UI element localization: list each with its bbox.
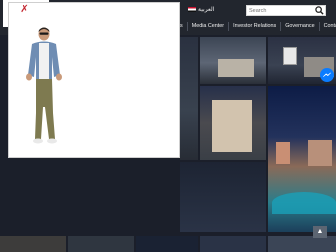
language-label: العربية [198, 7, 215, 13]
gallery-tile[interactable] [268, 236, 336, 252]
messenger-icon [323, 72, 331, 77]
chevron-up-icon: ▲ [316, 228, 324, 235]
search-input[interactable] [249, 6, 311, 15]
nav-item-contact-us[interactable]: Contact Us [320, 22, 336, 31]
main-nav: s Media Center Investor Relations Govern… [176, 18, 336, 34]
person-image [26, 27, 62, 144]
search-box [246, 5, 326, 16]
language-switch[interactable]: العربية [188, 6, 214, 13]
gallery-tile[interactable] [180, 162, 266, 232]
sign-image [283, 47, 297, 65]
gallery-tile[interactable] [200, 86, 266, 160]
scroll-top-button[interactable]: ▲ [313, 226, 327, 238]
nav-item-media-center[interactable]: Media Center [188, 21, 230, 31]
pool-image [272, 192, 336, 214]
gallery-tile[interactable] [68, 236, 134, 252]
gallery-tile[interactable] [200, 37, 266, 84]
popup-modal: ✗ [8, 2, 180, 158]
messenger-button[interactable] [320, 68, 334, 82]
nav-item-governance[interactable]: Governance [281, 21, 320, 31]
gallery-tile[interactable] [0, 236, 66, 252]
close-icon[interactable]: ✗ [20, 5, 29, 15]
gallery-tile[interactable] [180, 37, 198, 160]
search-icon[interactable] [315, 6, 324, 15]
nav-item-investor-relations[interactable]: Investor Relations [229, 21, 282, 31]
gallery-tile[interactable] [200, 236, 266, 252]
flag-icon [188, 6, 196, 12]
gallery-tile[interactable] [136, 236, 198, 252]
